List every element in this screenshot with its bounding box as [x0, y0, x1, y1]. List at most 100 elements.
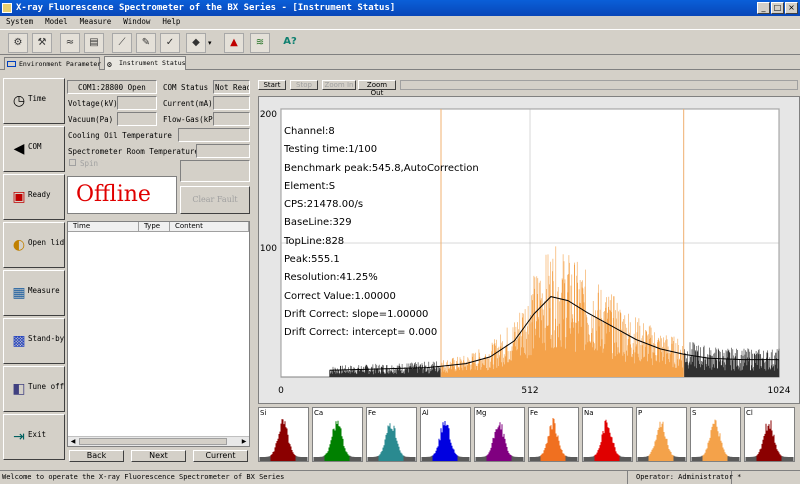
drift-intercept-text: Drift Correct: intercept= 0.000: [284, 327, 438, 339]
minimize-button[interactable]: _: [757, 2, 770, 14]
clock-icon: ◷: [12, 93, 26, 109]
thumbnail-peak: [324, 420, 350, 461]
cps-text: CPS:21478.00/s: [284, 199, 364, 211]
element-thumbnail[interactable]: Fe: [528, 407, 579, 462]
edit-icon[interactable]: ✎: [136, 33, 156, 53]
start-button[interactable]: Start: [258, 80, 286, 90]
x-tick-label: 512: [521, 386, 538, 396]
nav-tune-off-button[interactable]: ◧ Tune off: [3, 366, 65, 412]
nav-measure-button[interactable]: ▦ Measure: [3, 270, 65, 316]
current-button[interactable]: Current: [193, 450, 248, 462]
tab-environment-parameter[interactable]: Environment Parameter: [4, 57, 102, 70]
element-thumbnail[interactable]: Na: [582, 407, 633, 462]
x-tick-label: 1024: [768, 386, 791, 396]
tab-label: Instrument Status: [119, 59, 186, 67]
menu-window[interactable]: Window: [123, 17, 150, 26]
nav-time-button[interactable]: ◷ Time: [3, 78, 65, 124]
nav-standby-button[interactable]: ▩ Stand-by: [3, 318, 65, 364]
com-status-value: Not Ready: [213, 80, 250, 94]
scroll-right-icon[interactable]: ▶: [239, 437, 249, 446]
menu-measure[interactable]: Measure: [80, 17, 112, 26]
spectrum-info: Channel:8 Testing time:1/100 Benchmark p…: [284, 123, 479, 343]
element-thumbnail[interactable]: Al: [420, 407, 471, 462]
element-thumbnail[interactable]: P: [636, 407, 687, 462]
y-tick-label: 200: [260, 110, 277, 120]
log-col-type[interactable]: Type: [139, 222, 170, 232]
zoom-in-button[interactable]: Zoom In: [322, 80, 356, 90]
thumbnail-peak: [270, 419, 296, 461]
back-button[interactable]: Back: [69, 450, 124, 462]
nav-label: COM: [28, 142, 42, 151]
zoom-out-button[interactable]: Zoom Out: [358, 80, 396, 97]
y-tick-label: 100: [260, 244, 277, 254]
thumbnail-label: Ca: [314, 409, 324, 417]
spin-label: Spin: [80, 159, 99, 168]
spin-checkbox[interactable]: [69, 159, 76, 166]
nav-ready-button[interactable]: ▣ Ready: [3, 174, 65, 220]
element-text: Element:S: [284, 180, 336, 192]
baseline-text: BaseLine:329: [284, 217, 352, 229]
spectrum-panel: 200 100 0 512 1024 Channel:8 Testing time:1/…: [258, 96, 800, 404]
log-col-content[interactable]: Content: [170, 222, 249, 232]
dropdown-arrow-icon[interactable]: ▾: [208, 39, 212, 47]
horizontal-scrollbar[interactable]: ◀ ▶: [68, 436, 249, 446]
channel-text: Channel:8: [284, 126, 335, 137]
vacuum-label: Vacuum(Pa): [68, 115, 114, 124]
scan-chart-icon[interactable]: ≋: [250, 33, 270, 53]
element-thumbnail[interactable]: Si: [258, 407, 309, 462]
thumbnail-label: Si: [260, 409, 267, 417]
document-icon[interactable]: ▤: [84, 33, 104, 53]
voltage-label: Voltage(kV): [68, 99, 118, 108]
tab-instrument-status[interactable]: ⚙ Instrument Status: [104, 56, 186, 70]
menu-help[interactable]: Help: [162, 17, 180, 26]
palette-icon[interactable]: ◆: [186, 33, 206, 53]
peak-chart-icon[interactable]: ▲: [224, 33, 244, 53]
correct-value-text: Correct Value:1.00000: [284, 290, 396, 302]
measure-icon: ▦: [12, 285, 26, 301]
element-thumbnail[interactable]: Cl: [744, 407, 795, 462]
element-thumbnail[interactable]: Fe: [366, 407, 417, 462]
nav-com-button[interactable]: ◀ COM: [3, 126, 65, 172]
menu-model[interactable]: Model: [45, 17, 68, 26]
log-col-time[interactable]: Time: [68, 222, 139, 232]
thumbnail-peak: [648, 421, 674, 461]
stop-button[interactable]: Stop: [290, 80, 318, 90]
curve-icon[interactable]: ⟋: [112, 33, 132, 53]
window-title-bar: X-ray Fluorescence Spectrometer of the B…: [0, 0, 800, 16]
thumbnail-label: Fe: [530, 409, 538, 417]
scroll-thumb[interactable]: [79, 438, 227, 445]
spectrum-icon[interactable]: ≈: [60, 33, 80, 53]
tab-strip: Environment Parameter ⚙ Instrument Statu…: [0, 56, 800, 70]
tab-label: Environment Parameter: [19, 60, 102, 68]
tools-icon[interactable]: ⚙: [8, 33, 28, 53]
vacuum-field: [117, 112, 157, 126]
topline-text: TopLine:828: [284, 235, 345, 247]
scroll-left-icon[interactable]: ◀: [68, 437, 78, 446]
element-thumbnail[interactable]: Mg: [474, 407, 525, 462]
resolution-text: Resolution:41.25%: [284, 272, 378, 284]
nav-exit-button[interactable]: ⇥ Exit: [3, 414, 65, 460]
room-temp-label: Spectrometer Room Temperature: [68, 147, 199, 156]
cooling-oil-label: Cooling Oil Temperature: [68, 131, 172, 140]
element-thumbnail[interactable]: S: [690, 407, 741, 462]
check-icon[interactable]: ✓: [160, 33, 180, 53]
voltage-field: [117, 96, 157, 110]
testing-time-text: Testing time:1/100: [284, 144, 378, 156]
menu-system[interactable]: System: [6, 17, 33, 26]
com-status-label: COM Status: [163, 83, 209, 92]
thumbnail-label: S: [692, 409, 697, 417]
element-thumbnail[interactable]: Ca: [312, 407, 363, 462]
settings-icon[interactable]: ⚒: [32, 33, 52, 53]
clear-fault-button[interactable]: Clear Fault: [180, 186, 250, 214]
tune-off-icon: ◧: [12, 381, 26, 397]
room-temp-field: [196, 144, 250, 158]
close-button[interactable]: ×: [785, 2, 798, 14]
maximize-button[interactable]: □: [771, 2, 784, 14]
thumbnail-peak: [702, 419, 728, 461]
nav-label: Measure: [28, 286, 60, 295]
next-button[interactable]: Next: [131, 450, 186, 462]
offline-indicator: Offline: [67, 176, 177, 214]
nav-open-lid-button[interactable]: ◐ Open lid: [3, 222, 65, 268]
about-icon[interactable]: A?: [280, 33, 300, 53]
gear-icon: ⚙: [107, 60, 112, 69]
